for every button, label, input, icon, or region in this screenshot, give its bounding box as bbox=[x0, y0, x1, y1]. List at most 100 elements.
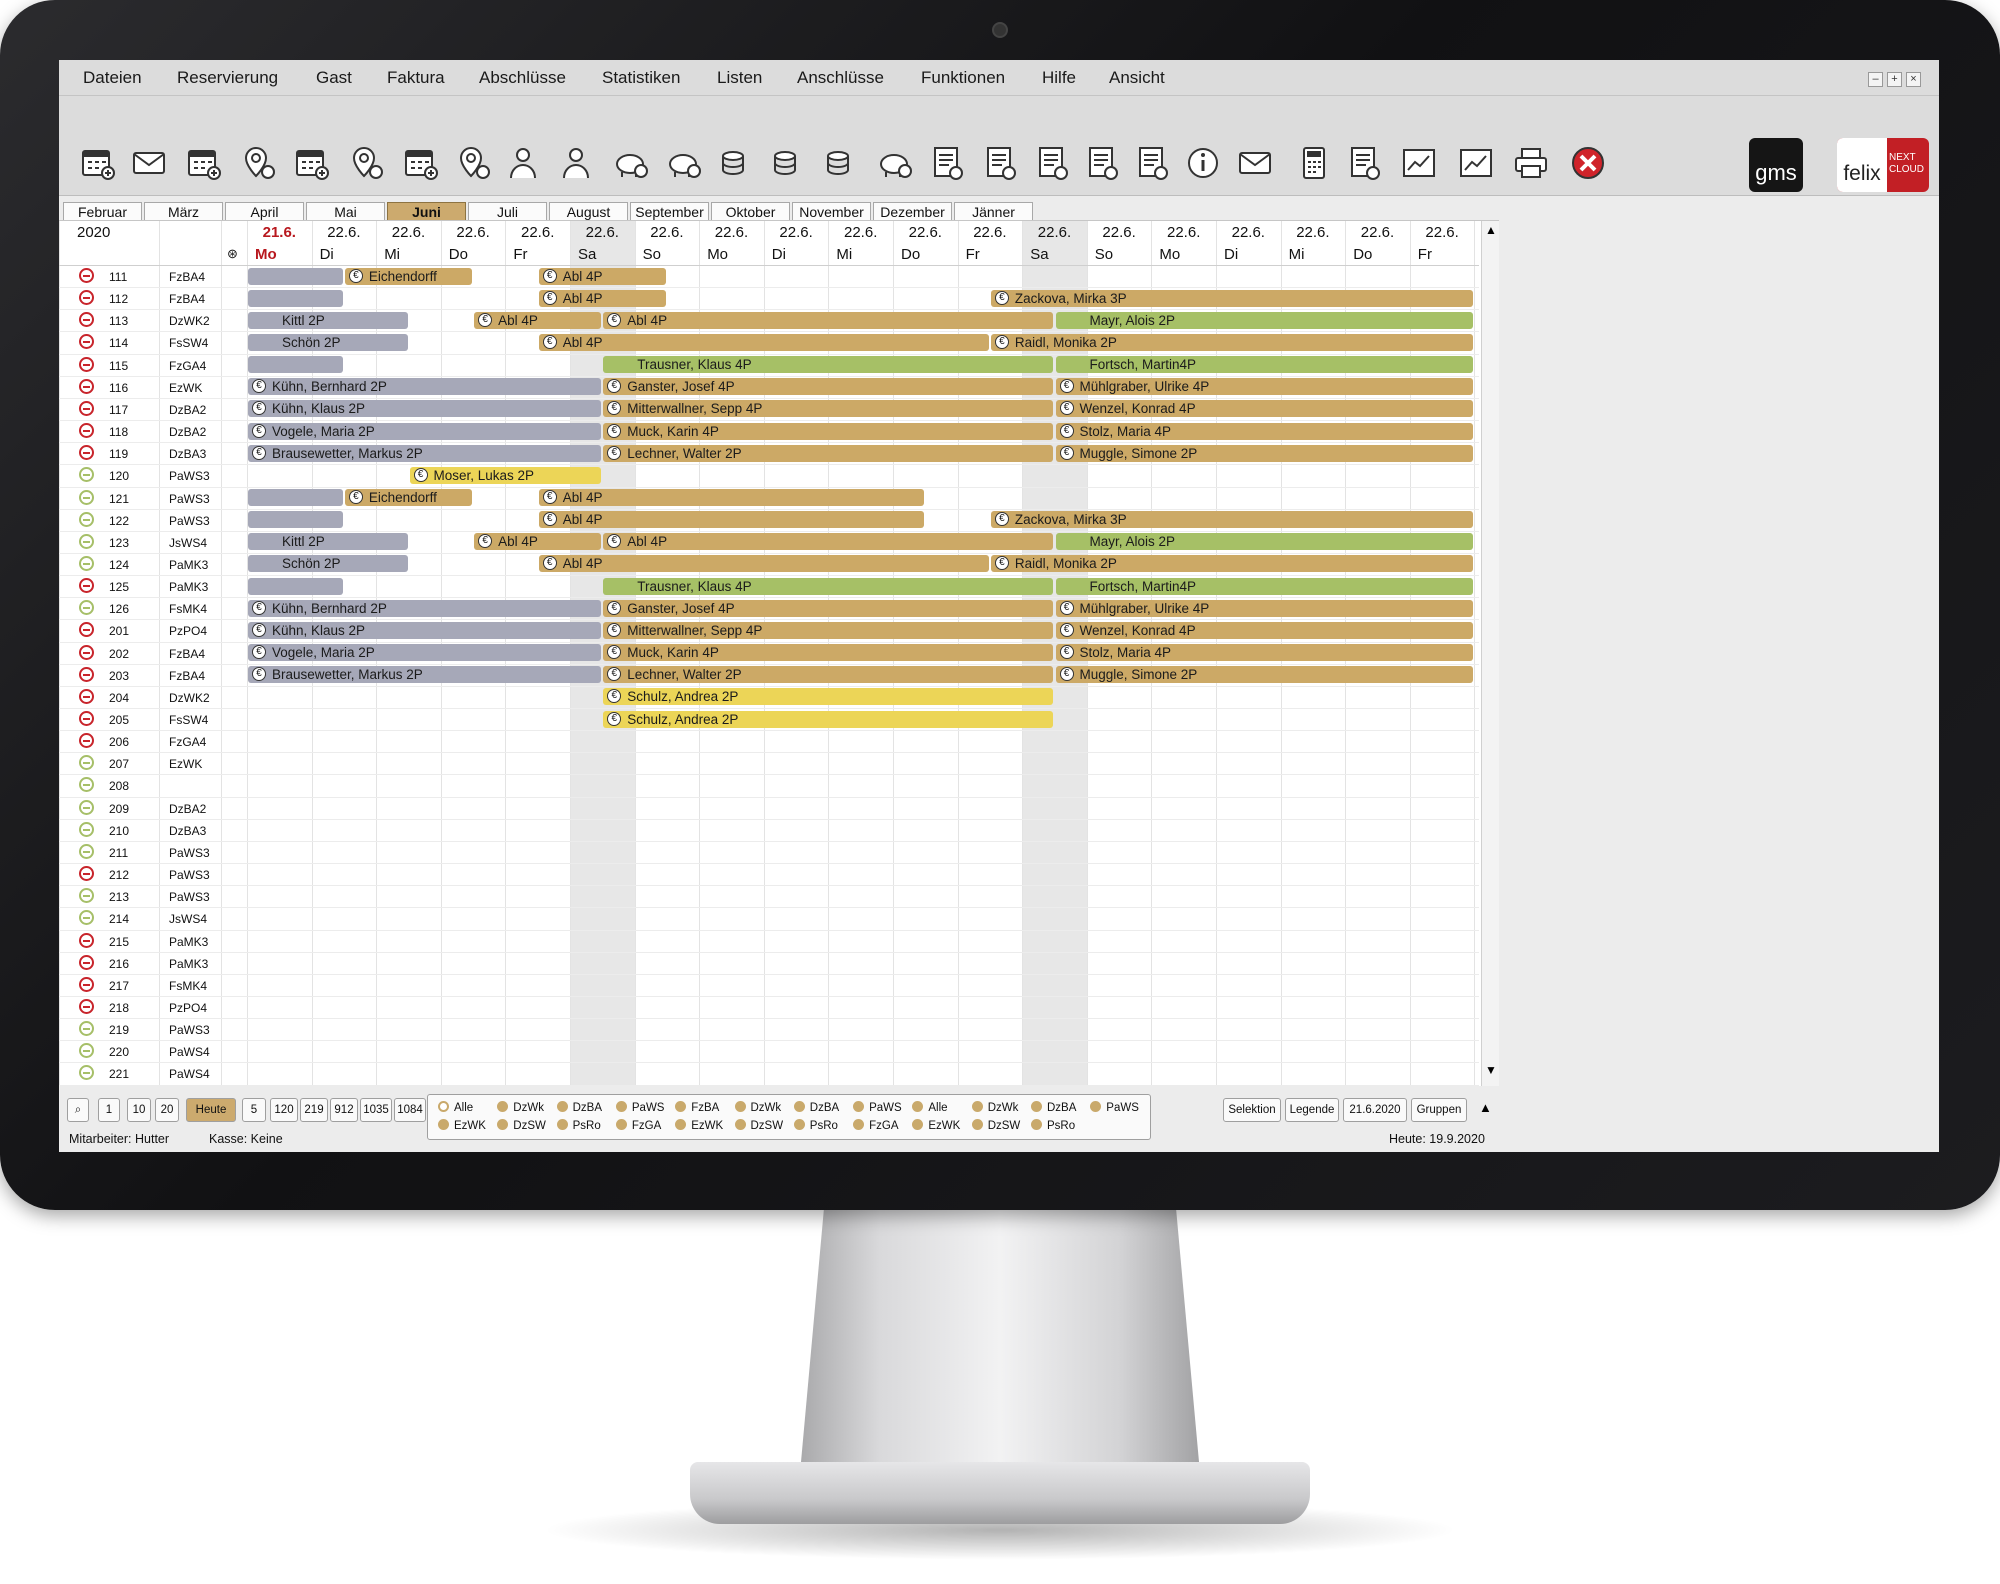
zoom-button[interactable]: ⌕ bbox=[67, 1098, 89, 1122]
room-occupied-icon[interactable] bbox=[79, 711, 94, 726]
calculator-icon[interactable] bbox=[1295, 144, 1333, 182]
booking-bar[interactable]: Trausner, Klaus 4P bbox=[603, 356, 1054, 374]
booking-bar[interactable]: € Kühn, Bernhard 2P bbox=[248, 599, 602, 617]
month-tab-10[interactable]: Dezember bbox=[873, 202, 952, 221]
room-free-icon[interactable] bbox=[79, 511, 94, 527]
room-free-icon[interactable] bbox=[79, 777, 94, 793]
filter-item[interactable]: DzSW bbox=[497, 1119, 546, 1132]
coins-calendar-icon[interactable] bbox=[823, 144, 861, 182]
booking-bar[interactable]: € Abl 4P bbox=[538, 511, 925, 529]
room-number[interactable]: 209 bbox=[109, 802, 129, 816]
room-number[interactable]: 125 bbox=[109, 580, 129, 594]
month-tab-6[interactable]: August bbox=[549, 202, 628, 221]
room-free-icon[interactable] bbox=[79, 555, 94, 571]
menu-funktionen[interactable]: Funktionen bbox=[921, 68, 1005, 88]
booking-bar[interactable]: Schön 2P bbox=[248, 333, 408, 351]
filter-item[interactable]: PaWS bbox=[615, 1101, 664, 1114]
month-tab-8[interactable]: Oktober bbox=[711, 202, 790, 221]
room-number[interactable]: 221 bbox=[109, 1067, 129, 1081]
menu-faktura[interactable]: Faktura bbox=[387, 68, 445, 88]
booking-bar[interactable]: € Lechner, Walter 2P bbox=[603, 444, 1054, 462]
range-1084-button[interactable]: 1084 bbox=[394, 1098, 426, 1122]
booking-bar[interactable]: € Wenzel, Konrad 4P bbox=[1055, 400, 1474, 418]
month-tab-5[interactable]: Juli bbox=[468, 202, 547, 221]
booking-bar[interactable] bbox=[248, 489, 343, 506]
room-occupied-icon[interactable] bbox=[79, 998, 94, 1014]
month-tab-1[interactable]: März bbox=[144, 202, 223, 221]
month-tab-3[interactable]: Mai bbox=[306, 202, 385, 221]
booking-bar[interactable]: € Abl 4P bbox=[474, 311, 602, 329]
room-number[interactable]: 205 bbox=[109, 713, 129, 727]
booking-bar[interactable]: € Abl 4P bbox=[538, 333, 989, 351]
booking-bar[interactable]: € Eichendorff bbox=[344, 489, 473, 506]
zoom-20-button[interactable]: 20 bbox=[155, 1098, 179, 1122]
booking-bar[interactable]: € Brausewetter, Markus 2P bbox=[248, 444, 602, 462]
close-red-icon[interactable] bbox=[1569, 144, 1607, 182]
room-number[interactable]: 116 bbox=[109, 381, 128, 395]
filter-item[interactable]: PsRo bbox=[1031, 1119, 1075, 1132]
range-120-button[interactable]: 120 bbox=[270, 1098, 298, 1122]
range-912-button[interactable]: 912 bbox=[330, 1098, 358, 1122]
range-219-button[interactable]: 219 bbox=[300, 1098, 328, 1122]
room-free-icon[interactable] bbox=[79, 1021, 94, 1037]
room-number[interactable]: 213 bbox=[109, 890, 129, 904]
location-star-icon[interactable] bbox=[455, 144, 493, 182]
booking-bar[interactable]: € Zackova, Mirka 3P bbox=[990, 511, 1474, 529]
booking-bar[interactable] bbox=[248, 356, 343, 374]
room-occupied-icon[interactable] bbox=[79, 400, 94, 416]
booking-bar[interactable]: € Abl 4P bbox=[538, 489, 925, 506]
booking-bar[interactable]: € Vogele, Maria 2P bbox=[248, 644, 602, 662]
menu-gast[interactable]: Gast bbox=[316, 68, 352, 88]
room-occupied-icon[interactable] bbox=[79, 268, 94, 283]
scroll-down-icon[interactable]: ▼ bbox=[1485, 1063, 1497, 1077]
filter-item[interactable]: DzBA bbox=[556, 1101, 602, 1114]
booking-bar[interactable]: € Lechner, Walter 2P bbox=[603, 666, 1054, 684]
filter-item[interactable]: PsRo bbox=[793, 1119, 838, 1132]
menu-listen[interactable]: Listen bbox=[717, 68, 762, 88]
zoom-1-button[interactable]: 1 bbox=[98, 1098, 120, 1122]
room-free-icon[interactable] bbox=[79, 799, 94, 815]
room-occupied-icon[interactable] bbox=[79, 733, 94, 749]
filter-item[interactable]: DzBA bbox=[793, 1101, 839, 1114]
room-free-icon[interactable] bbox=[79, 1065, 94, 1081]
close-window-button[interactable]: × bbox=[1906, 72, 1921, 87]
gruppen-button[interactable]: Gruppen bbox=[1411, 1098, 1467, 1122]
booking-bar[interactable]: Fortsch, Martin4P bbox=[1055, 577, 1474, 595]
filter-item[interactable]: EzWK bbox=[912, 1119, 960, 1132]
booking-bar[interactable]: € Mühlgraber, Ulrike 4P bbox=[1055, 378, 1474, 396]
filter-item[interactable]: DzWk bbox=[497, 1101, 544, 1114]
filter-item[interactable]: FzBA bbox=[675, 1101, 719, 1114]
room-number[interactable]: 124 bbox=[109, 558, 129, 572]
room-number[interactable]: 217 bbox=[109, 979, 129, 993]
month-tab-2[interactable]: April bbox=[225, 202, 304, 221]
room-number[interactable]: 206 bbox=[109, 735, 129, 749]
receipt-icon[interactable] bbox=[981, 144, 1019, 182]
booking-bar[interactable]: Schön 2P bbox=[248, 555, 408, 573]
booking-bar[interactable]: Mayr, Alois 2P bbox=[1055, 533, 1474, 551]
room-number[interactable]: 208 bbox=[109, 779, 129, 793]
booking-bar[interactable]: € Moser, Lukas 2P bbox=[409, 466, 602, 484]
room-number[interactable]: 214 bbox=[109, 912, 129, 926]
mail-icon[interactable] bbox=[1237, 144, 1275, 182]
room-number[interactable]: 203 bbox=[109, 669, 129, 683]
booking-bar[interactable]: € Ganster, Josef 4P bbox=[603, 378, 1054, 396]
room-number[interactable]: 204 bbox=[109, 691, 129, 705]
room-number[interactable]: 220 bbox=[109, 1045, 129, 1059]
menu-dateien[interactable]: Dateien bbox=[83, 68, 142, 88]
booking-bar[interactable]: € Abl 4P bbox=[538, 289, 666, 307]
room-number[interactable]: 126 bbox=[109, 602, 129, 616]
location-add-icon[interactable] bbox=[240, 144, 278, 182]
room-free-icon[interactable] bbox=[79, 600, 94, 616]
vertical-scrollbar[interactable]: ▲ ▼ bbox=[1481, 221, 1499, 1087]
room-number[interactable]: 216 bbox=[109, 957, 129, 971]
room-free-icon[interactable] bbox=[79, 533, 94, 549]
filter-item[interactable]: DzWk bbox=[734, 1101, 781, 1114]
month-tab-4[interactable]: Juni bbox=[387, 202, 466, 221]
room-free-icon[interactable] bbox=[79, 843, 94, 859]
room-occupied-icon[interactable] bbox=[79, 688, 94, 704]
booking-bar[interactable]: € Stolz, Maria 4P bbox=[1055, 422, 1474, 440]
piggy-bank-remove-icon[interactable] bbox=[665, 144, 703, 182]
booking-bar[interactable]: € Mühlgraber, Ulrike 4P bbox=[1055, 599, 1474, 617]
room-free-icon[interactable] bbox=[79, 1043, 94, 1059]
room-number[interactable]: 111 bbox=[109, 270, 127, 284]
